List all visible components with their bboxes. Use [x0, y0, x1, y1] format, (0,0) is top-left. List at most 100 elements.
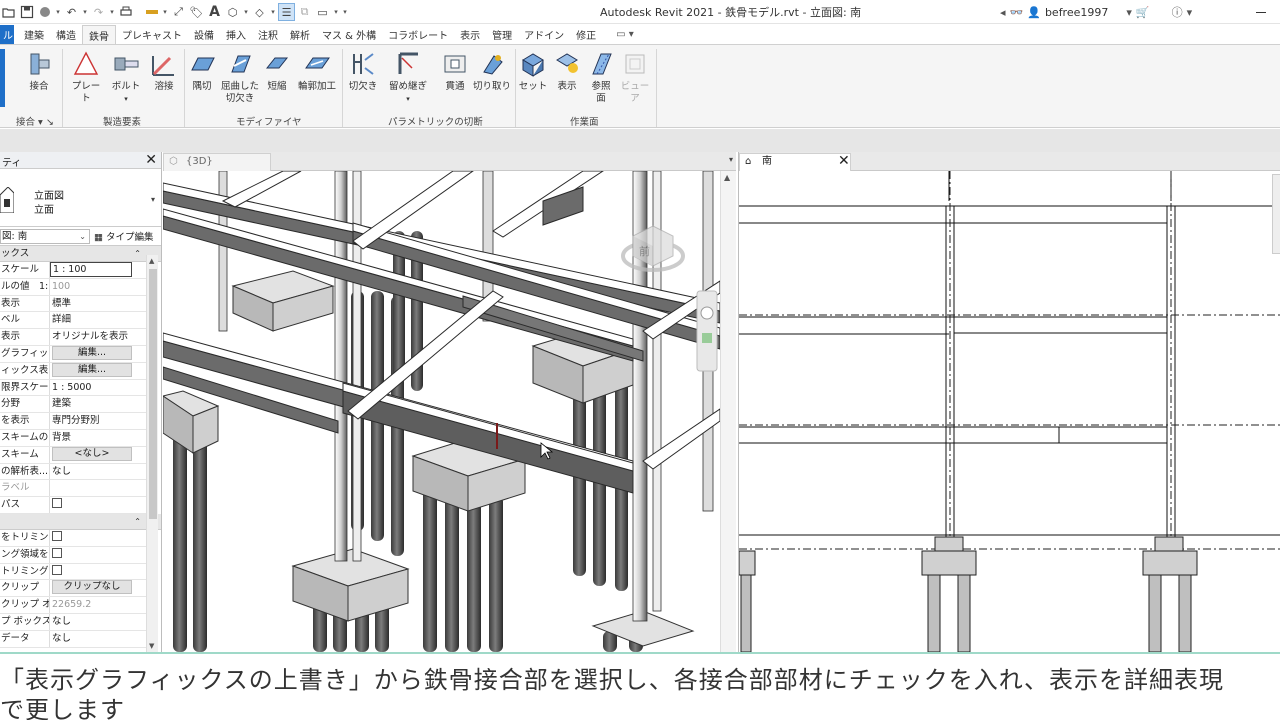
tab-structure[interactable]: 構造	[50, 25, 82, 44]
property-value[interactable]: クリップなし	[52, 580, 132, 595]
caret-left-icon[interactable]: ◂	[1000, 6, 1006, 19]
section-dropdown-icon[interactable]: ▾	[269, 3, 277, 21]
property-value[interactable]	[50, 564, 146, 580]
south-view-nav-stub[interactable]	[1272, 174, 1280, 254]
notch-button[interactable]: 切欠き	[346, 49, 380, 93]
property-row[interactable]: の解析表... なし	[0, 463, 146, 481]
property-row[interactable]: クリップ クリップなし	[0, 580, 146, 598]
redo-icon[interactable]: ↷	[90, 3, 107, 21]
tab-insert[interactable]: 挿入	[220, 25, 252, 44]
help-dropdown-icon[interactable]: ▾	[1187, 6, 1193, 19]
view-3d[interactable]: ⬡ {3D} ▾ 前 ▲	[163, 152, 736, 652]
tab-massing[interactable]: マス & 外構	[316, 25, 382, 44]
binoculars-icon[interactable]: 👓	[1010, 6, 1024, 19]
show-workplane-button[interactable]: 表示	[552, 49, 582, 93]
connection-marker[interactable]	[496, 423, 498, 449]
property-row[interactable]: 限界スケール1 : 5000	[0, 379, 146, 397]
plate-button[interactable]: プレート	[68, 49, 104, 105]
steering-wheel-icon[interactable]	[700, 306, 714, 320]
property-checkbox[interactable]	[52, 530, 62, 541]
property-value[interactable]: 1 : 5000	[50, 380, 146, 396]
tab-annotate[interactable]: 注釈	[252, 25, 284, 44]
property-value[interactable]: 編集...	[52, 345, 132, 360]
miter-dropdown-icon[interactable]: ▾	[406, 93, 410, 105]
sync-dropdown-icon[interactable]: ▾	[54, 3, 62, 21]
tab-collaborate[interactable]: コラボレート	[382, 25, 454, 44]
properties-close-icon[interactable]: ✕	[145, 152, 157, 168]
group-extents[interactable]: ⌃	[0, 513, 161, 530]
property-row[interactable]: スキームの...背景	[0, 429, 146, 447]
ref-plane-button[interactable]: 参照 面	[586, 49, 616, 105]
corner-cut-button[interactable]: 隅切	[186, 49, 218, 93]
open-icon[interactable]	[0, 3, 17, 21]
south-elevation-canvas[interactable]	[739, 171, 1280, 652]
scroll-down-icon[interactable]: ▼	[149, 642, 154, 650]
tab-view[interactable]: 表示	[454, 25, 486, 44]
view-south-tab[interactable]: ⌂ 南 ✕	[739, 153, 851, 171]
zoom-icon[interactable]	[702, 333, 712, 343]
cart-icon[interactable]: 🛒	[1136, 6, 1150, 19]
property-row[interactable]: をトリミング	[0, 529, 146, 547]
tab-modify[interactable]: 修正	[570, 25, 602, 44]
tab-architecture[interactable]: 建築	[14, 25, 50, 44]
property-row[interactable]: ング領域を...	[0, 546, 146, 564]
close-hidden-icon[interactable]: ⧉	[296, 3, 313, 21]
property-value[interactable]: 背景	[50, 430, 146, 446]
tab-precast[interactable]: プレキャスト	[116, 25, 188, 44]
group-graphics[interactable]: ックス ⌃	[0, 246, 161, 262]
instance-filter-select[interactable]: 図: 南 ⌄	[0, 229, 90, 244]
property-value[interactable]: なし	[50, 631, 146, 647]
bolt-dropdown-icon[interactable]: ▾	[124, 93, 128, 105]
view-3d-scrollbar[interactable]: ▲	[720, 171, 736, 652]
property-row[interactable]: データ なし	[0, 630, 146, 648]
panel-connection-label[interactable]: 接合 ▾ ↘	[16, 114, 54, 128]
3d-view-dropdown-icon[interactable]: ▾	[242, 3, 250, 21]
property-row[interactable]: ラベル	[0, 480, 146, 498]
property-value[interactable]: 詳細	[50, 312, 146, 328]
user-icon[interactable]: 👤	[1027, 6, 1041, 19]
view-south-close-icon[interactable]: ✕	[838, 153, 850, 169]
help-icon[interactable]: ⓘ	[1172, 4, 1183, 20]
property-value[interactable]: 1 : 100	[50, 262, 132, 277]
property-value[interactable]: 標準	[50, 296, 146, 312]
scroll-up-icon[interactable]: ▲	[149, 257, 154, 265]
view-3d-canvas[interactable]: 前	[163, 171, 720, 652]
property-row[interactable]: ィックス表...編集...	[0, 362, 146, 380]
measure-icon[interactable]	[143, 3, 160, 21]
property-value[interactable]: なし	[50, 614, 146, 630]
bolt-button[interactable]: ボルト ▾	[108, 49, 144, 105]
property-row[interactable]: トリミング	[0, 563, 146, 581]
tab-addins[interactable]: アドイン	[518, 25, 570, 44]
scroll-up-icon[interactable]: ▲	[724, 173, 730, 182]
property-value[interactable]: オリジナルを表示	[50, 329, 146, 345]
collapse-icon[interactable]: ⌃	[134, 246, 141, 261]
switch-windows-icon[interactable]: ▭	[314, 3, 331, 21]
tab-file[interactable]: ル	[0, 25, 14, 44]
minimize-button[interactable]	[1254, 4, 1268, 16]
property-value[interactable]: 編集...	[52, 362, 132, 377]
property-value[interactable]: 専門分野別	[50, 413, 146, 429]
property-row[interactable]: クリップ オ...22659.2	[0, 597, 146, 614]
thin-lines-icon[interactable]: ☰	[278, 3, 295, 21]
3d-view-icon[interactable]: ⬡	[224, 3, 241, 21]
properties-scroll-thumb[interactable]	[149, 269, 157, 519]
property-row[interactable]: 表示 オリジナルを表示	[0, 329, 146, 346]
section-icon[interactable]: ◇	[251, 3, 268, 21]
measure-dropdown-icon[interactable]: ▾	[161, 3, 169, 21]
undo-dropdown-icon[interactable]: ▾	[81, 3, 89, 21]
contour-cut-button[interactable]: 輪郭加工	[296, 49, 338, 93]
miter-button[interactable]: 留め継ぎ ▾	[386, 49, 430, 105]
tab-analyze[interactable]: 解析	[284, 25, 316, 44]
property-row[interactable]: を表示 専門分野別	[0, 413, 146, 430]
user-name[interactable]: befree1997	[1045, 6, 1108, 19]
property-value[interactable]: <なし>	[52, 446, 132, 461]
shorten-button[interactable]: 短縮	[262, 49, 292, 93]
property-checkbox[interactable]	[52, 564, 62, 575]
customize-qat-icon[interactable]: ▾	[341, 3, 349, 21]
property-row[interactable]: 表示 標準	[0, 295, 146, 313]
view-tabs-dropdown-icon[interactable]: ▾	[729, 155, 733, 164]
property-row[interactable]: パス	[0, 497, 146, 514]
property-row[interactable]: グラフィッ...編集...	[0, 345, 146, 363]
property-value[interactable]	[50, 497, 146, 513]
property-row[interactable]: 分野 建築	[0, 396, 146, 414]
